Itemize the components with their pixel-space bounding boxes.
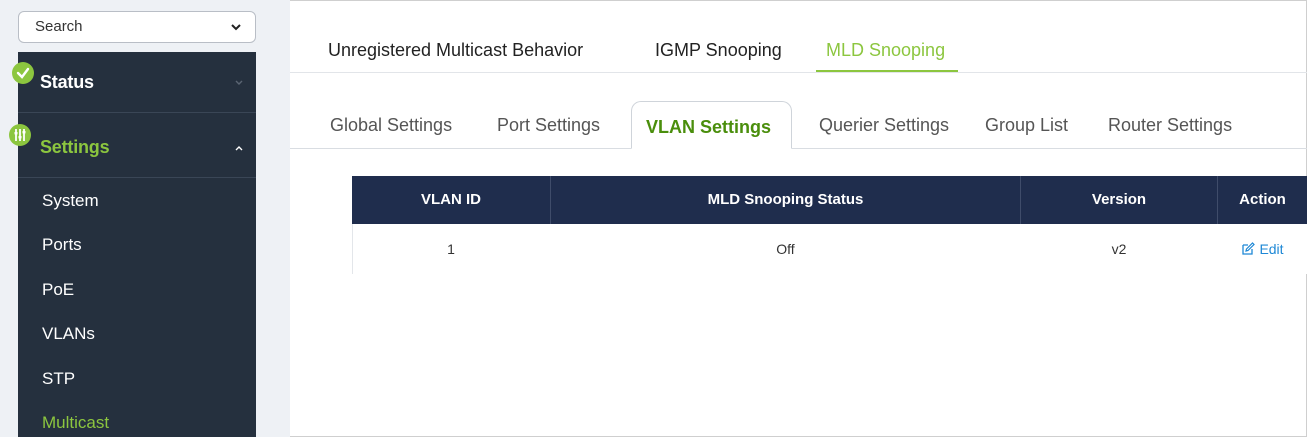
nav-divider	[18, 177, 256, 178]
sidebar-status-label: Status	[40, 72, 94, 92]
tab-router-settings[interactable]: Router Settings	[1108, 115, 1232, 136]
sidebar-item-system[interactable]: System	[42, 191, 99, 211]
cell-action: Edit	[1218, 224, 1307, 274]
chevron-up-icon	[235, 146, 243, 151]
column-header-action: Action	[1239, 191, 1286, 208]
sidebar-item-settings[interactable]: Settings	[18, 113, 256, 177]
check-circle-icon	[12, 62, 34, 84]
column-header-version: Version	[1091, 191, 1147, 208]
tab-unregistered-multicast[interactable]: Unregistered Multicast Behavior	[328, 40, 583, 61]
tab-igmp-snooping[interactable]: IGMP Snooping	[655, 40, 782, 61]
sidebar-item-poe[interactable]: PoE	[42, 280, 74, 300]
tab-vlan-settings-label: VLAN Settings	[646, 117, 772, 137]
cell-vlan-id: 1	[447, 241, 455, 257]
sidebar-item-status[interactable]: Status	[18, 52, 256, 112]
sidebar-item-multicast[interactable]: Multicast	[42, 413, 109, 433]
cell-version: v2	[1111, 241, 1127, 257]
edit-button[interactable]: Edit	[1241, 241, 1284, 257]
table-header: VLAN ID MLD Snooping Status Version Acti…	[352, 176, 1307, 224]
chevron-down-icon	[231, 24, 241, 31]
sliders-icon	[9, 124, 31, 146]
tab-port-settings[interactable]: Port Settings	[497, 115, 600, 136]
tab-global-settings[interactable]: Global Settings	[330, 115, 452, 136]
table-row: 1 Off v2 Edit	[352, 224, 1307, 274]
edit-label: Edit	[1259, 241, 1284, 257]
search-dropdown[interactable]: Search	[18, 11, 256, 43]
tab-mld-snooping[interactable]: MLD Snooping	[826, 40, 945, 61]
tab-group-list[interactable]: Group List	[985, 115, 1068, 136]
sub-tab-divider	[290, 148, 1307, 149]
chevron-down-icon	[235, 80, 243, 85]
tab-querier-settings[interactable]: Querier Settings	[819, 115, 949, 136]
column-header-vlan-id: VLAN ID	[421, 191, 481, 208]
search-label: Search	[35, 18, 83, 35]
cell-status: Off	[776, 241, 795, 257]
column-header-status: MLD Snooping Status	[707, 191, 864, 208]
sidebar-item-vlans[interactable]: VLANs	[42, 324, 95, 344]
sidebar-item-stp[interactable]: STP	[42, 369, 75, 389]
row-border	[352, 224, 353, 274]
sidebar-item-ports[interactable]: Ports	[42, 235, 82, 255]
edit-icon	[1242, 242, 1256, 255]
tab-vlan-settings[interactable]: VLAN Settings	[631, 101, 792, 149]
top-tab-divider	[290, 72, 1307, 73]
sidebar-settings-label: Settings	[40, 137, 110, 157]
